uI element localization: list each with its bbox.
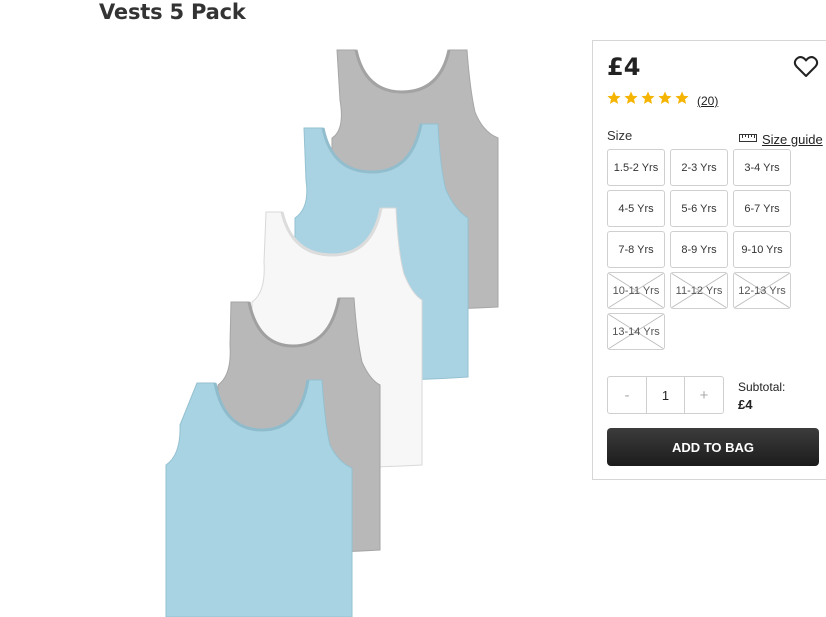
size-option[interactable]: 3-4 Yrs xyxy=(733,149,791,186)
size-option[interactable]: 9-10 Yrs xyxy=(733,231,791,268)
size-label: Size xyxy=(607,128,633,143)
size-option-label: 8-9 Yrs xyxy=(681,243,717,256)
size-option-label: 11-12 Yrs xyxy=(675,284,723,297)
quantity-input[interactable] xyxy=(646,377,685,413)
star-icon xyxy=(675,91,690,109)
star-icon xyxy=(607,91,622,109)
star-icon xyxy=(641,91,656,109)
size-option-label: 1.5-2 Yrs xyxy=(613,161,659,174)
review-count-link[interactable]: (20) xyxy=(697,94,718,108)
size-option[interactable]: 2-3 Yrs xyxy=(670,149,728,186)
size-option-label: 2-3 Yrs xyxy=(681,161,717,174)
size-option-label: 10-11 Yrs xyxy=(612,284,660,297)
quantity-decrease-button[interactable]: - xyxy=(608,377,646,413)
product-image[interactable] xyxy=(140,40,560,617)
size-option-label: 9-10 Yrs xyxy=(741,243,783,256)
product-title: Vests 5 Pack xyxy=(99,0,246,24)
size-option[interactable]: 13-14 Yrs xyxy=(607,313,665,350)
quantity-stepper: - + xyxy=(607,376,724,414)
size-option[interactable]: 6-7 Yrs xyxy=(733,190,791,227)
star-icon xyxy=(624,91,639,109)
star-rating[interactable]: (20) xyxy=(607,91,718,110)
size-option[interactable]: 1.5-2 Yrs xyxy=(607,149,665,186)
size-option[interactable]: 10-11 Yrs xyxy=(607,272,665,309)
product-purchase-panel: £4 (20) Size Size guide 1.5-2 Yrs 2-3 Yrs… xyxy=(592,40,826,480)
size-option-label: 6-7 Yrs xyxy=(744,202,780,215)
size-option[interactable]: 12-13 Yrs xyxy=(733,272,791,309)
subtotal-value: £4 xyxy=(738,397,753,412)
size-option[interactable]: 4-5 Yrs xyxy=(607,190,665,227)
size-option[interactable]: 11-12 Yrs xyxy=(670,272,728,309)
stars-container xyxy=(607,91,692,110)
size-guide-label: Size guide xyxy=(762,131,823,147)
size-guide-link[interactable]: Size guide xyxy=(739,130,823,148)
product-price: £4 xyxy=(607,53,641,81)
size-options: 1.5-2 Yrs 2-3 Yrs 3-4 Yrs 4-5 Yrs 5-6 Yrs 6-7… xyxy=(607,149,791,350)
size-option[interactable]: 8-9 Yrs xyxy=(670,231,728,268)
size-option-label: 4-5 Yrs xyxy=(618,202,654,215)
quantity-increase-button[interactable]: + xyxy=(685,377,723,413)
size-option-label: 12-13 Yrs xyxy=(738,284,786,297)
size-option[interactable]: 5-6 Yrs xyxy=(670,190,728,227)
size-option[interactable]: 7-8 Yrs xyxy=(607,231,665,268)
vests-illustration xyxy=(165,49,499,617)
wishlist-heart-icon[interactable] xyxy=(793,55,819,79)
add-to-bag-button[interactable]: ADD TO BAG xyxy=(607,428,819,466)
size-option-label: 7-8 Yrs xyxy=(618,243,654,256)
subtotal-label: Subtotal: xyxy=(738,380,786,394)
star-icon xyxy=(658,91,673,109)
size-option-label: 5-6 Yrs xyxy=(681,202,717,215)
size-option-label: 13-14 Yrs xyxy=(612,325,660,338)
size-option-label: 3-4 Yrs xyxy=(744,161,780,174)
ruler-icon xyxy=(739,130,757,148)
